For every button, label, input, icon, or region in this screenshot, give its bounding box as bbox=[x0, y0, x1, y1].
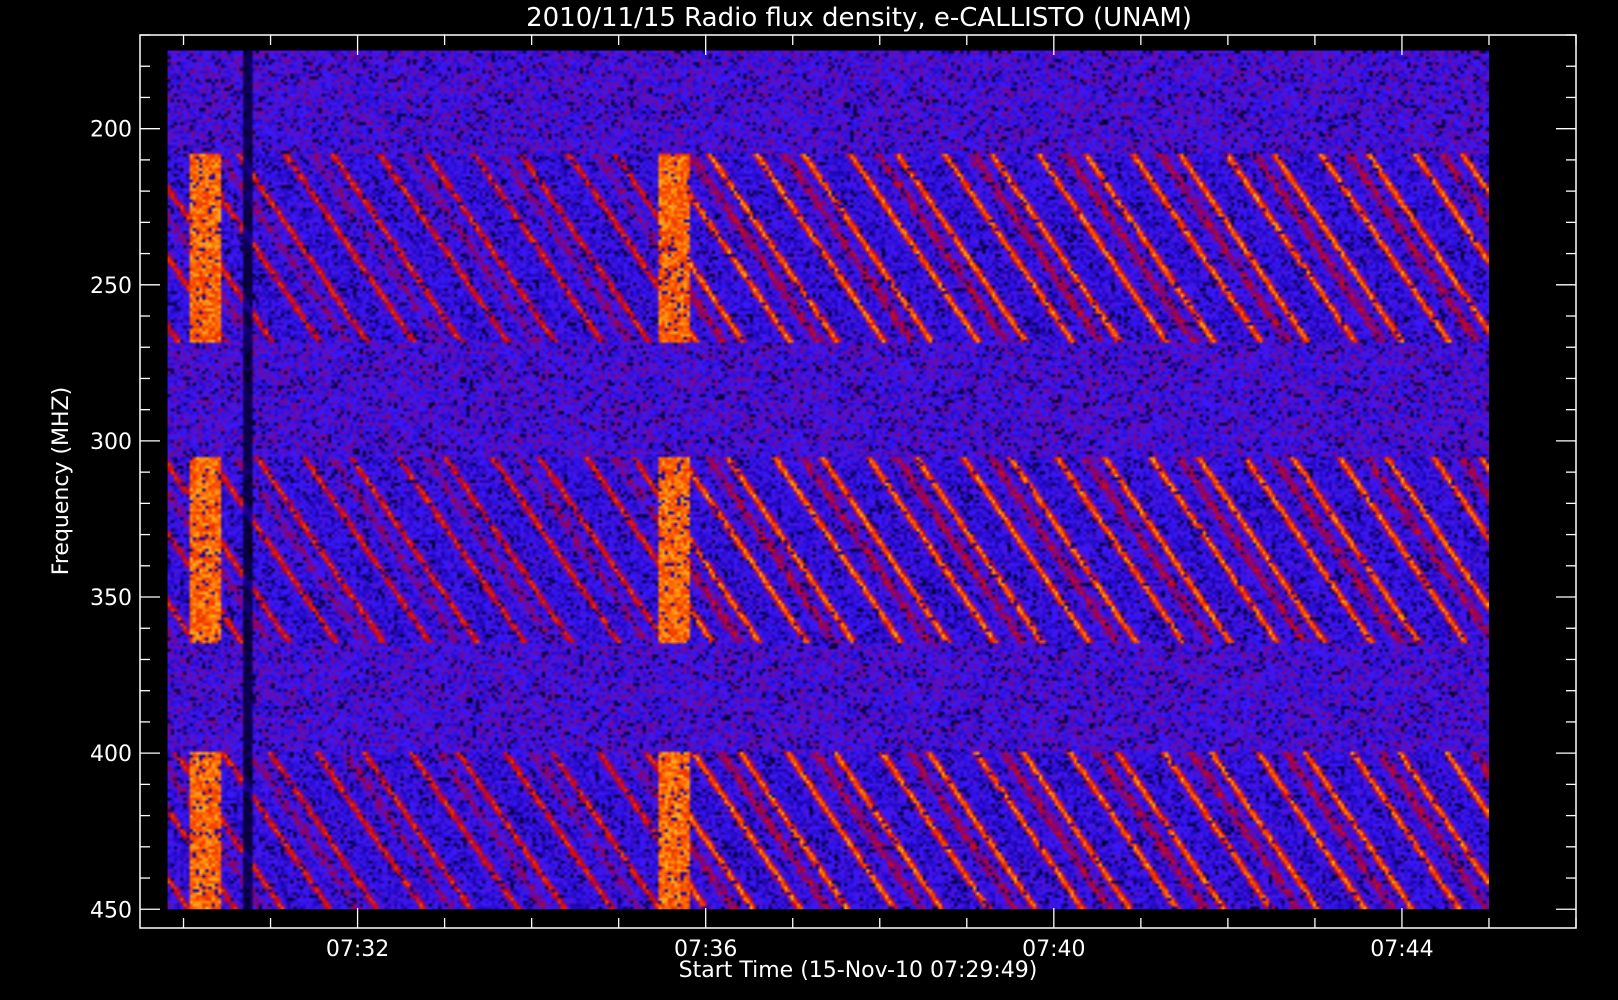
y-tick-label: 450 bbox=[90, 898, 132, 923]
spectrogram-heatmap bbox=[167, 50, 1489, 910]
heatmap-image bbox=[167, 50, 1489, 910]
y-tick-label: 300 bbox=[90, 430, 132, 455]
x-tick-label: 07:32 bbox=[326, 937, 389, 962]
chart-title: 2010/11/15 Radio flux density, e-CALLIST… bbox=[526, 3, 1192, 33]
y-tick-label: 400 bbox=[90, 742, 132, 767]
y-tick-label: 250 bbox=[90, 274, 132, 299]
spectrogram-chart: 2010/11/15 Radio flux density, e-CALLIST… bbox=[0, 0, 1618, 1000]
x-tick-label: 07:44 bbox=[1370, 937, 1433, 962]
y-axis-label: Frequency (MHZ) bbox=[49, 387, 74, 575]
x-axis-label: Start Time (15-Nov-10 07:29:49) bbox=[679, 958, 1038, 983]
y-tick-label: 350 bbox=[90, 586, 132, 611]
y-tick-label: 200 bbox=[90, 118, 132, 143]
